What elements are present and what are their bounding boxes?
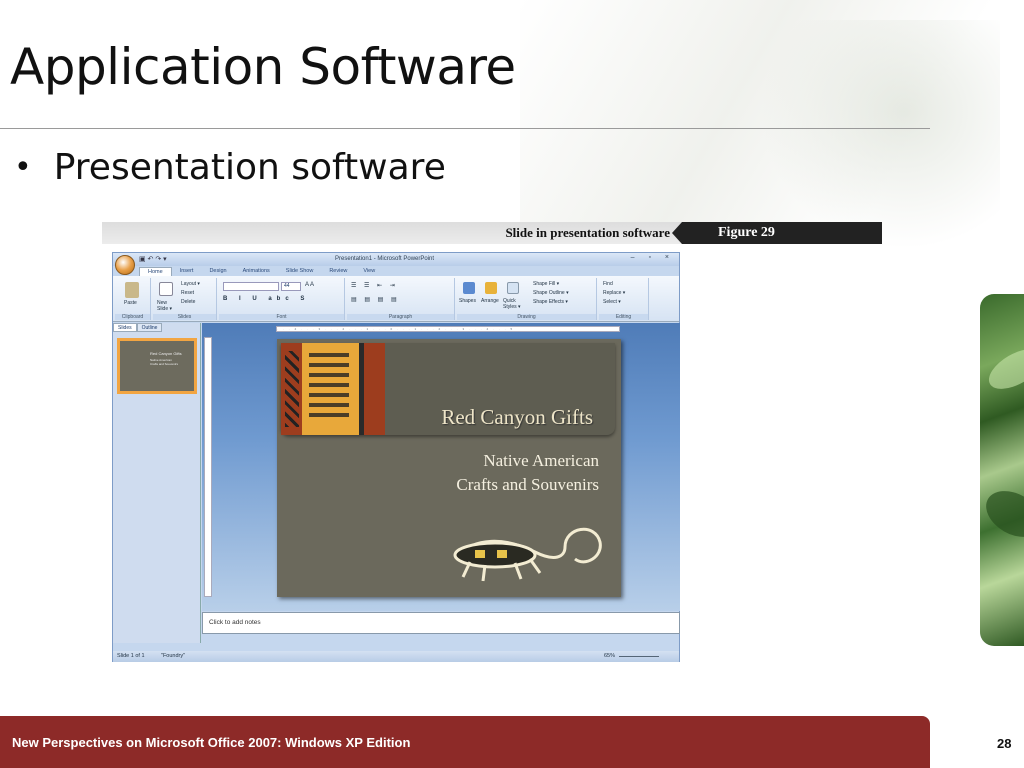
slide-counter: Slide 1 of 1 — [117, 653, 145, 659]
arrange-icon[interactable] — [485, 282, 497, 294]
font-size-field[interactable]: 44 — [281, 282, 301, 291]
clipboard-label: Clipboard — [115, 314, 150, 320]
thumbnail-preview: Red Canyon Gifts Native American Crafts … — [120, 341, 194, 391]
font-label: Font — [219, 314, 344, 320]
slide-title: Application Software — [10, 38, 516, 96]
bullet-item: • Presentation software — [14, 147, 446, 188]
replace-button[interactable]: Replace ▾ — [603, 290, 625, 296]
slides-pane: Slides Outline Red Canyon Gifts Native A… — [113, 323, 201, 643]
drawing-label: Drawing — [457, 314, 596, 320]
find-button[interactable]: Find — [603, 281, 613, 287]
slide-content-subtitle[interactable]: Native American Crafts and Souvenirs — [456, 449, 599, 497]
quick-styles-icon[interactable] — [507, 282, 519, 294]
theme-name: "Foundry" — [161, 653, 186, 659]
paste-button[interactable]: Paste — [124, 300, 137, 306]
paragraph-group: ☰ ☰ ⇤ ⇥ ▤ ▤ ▤ ▤ Paragraph — [347, 278, 455, 320]
align-buttons[interactable]: ▤ ▤ ▤ ▤ — [351, 296, 400, 303]
thumbnail-subtitle: Native American Crafts and Souvenirs — [150, 358, 178, 366]
shapes-icon[interactable] — [463, 282, 475, 294]
plant-photo — [980, 294, 1024, 646]
grow-shrink-font-buttons[interactable]: A A — [305, 282, 314, 288]
title-banner: Red Canyon Gifts — [281, 343, 615, 435]
delete-button[interactable]: Delete — [181, 299, 195, 305]
bullet-text: Presentation software — [53, 147, 446, 188]
new-slide-icon[interactable] — [159, 282, 173, 296]
quick-access-toolbar[interactable]: ▣ ↶ ↷ ▾ — [139, 255, 167, 263]
tab-outline[interactable]: Outline — [136, 323, 163, 332]
tab-animations[interactable]: Animations — [235, 267, 278, 276]
editing-label: Editing — [599, 314, 648, 320]
figure-header: Slide in presentation software Figure 29 — [102, 222, 882, 244]
quick-styles-button[interactable]: Quick Styles ▾ — [503, 298, 525, 310]
tab-insert[interactable]: Insert — [172, 267, 202, 276]
font-group: 44 A A B I U abc S Font — [219, 278, 345, 320]
shape-outline-button[interactable]: Shape Outline ▾ — [533, 290, 569, 296]
lizard-graphic — [453, 527, 602, 582]
ribbon: Paste Clipboard New Slide ▾ Layout ▾ Res… — [113, 276, 679, 322]
clipboard-group: Paste Clipboard — [115, 278, 151, 320]
footer-bar: New Perspectives on Microsoft Office 200… — [0, 716, 930, 768]
font-name-field[interactable] — [223, 282, 279, 291]
paste-icon[interactable] — [125, 282, 139, 298]
title-bar: ▣ ↶ ↷ ▾ Presentation1 - Microsoft PowerP… — [113, 253, 679, 266]
figure: Slide in presentation software Figure 29… — [102, 222, 882, 662]
office-button[interactable] — [115, 255, 135, 275]
subtitle-line2: Crafts and Souvenirs — [456, 475, 599, 494]
tab-design[interactable]: Design — [201, 267, 234, 276]
slide-workspace: · · · 4 · · · 3 · · · 2 · · · 1 · · · 0 … — [202, 323, 680, 611]
notes-pane[interactable]: Click to add notes — [202, 612, 680, 634]
zoom-slider[interactable] — [619, 656, 659, 657]
thumbnail-title: Red Canyon Gifts — [150, 351, 182, 356]
tab-home[interactable]: Home — [139, 267, 172, 276]
select-button[interactable]: Select ▾ — [603, 299, 621, 305]
new-slide-button[interactable]: New Slide ▾ — [157, 300, 179, 312]
footer-text: New Perspectives on Microsoft Office 200… — [12, 735, 411, 750]
editing-group: Find Replace ▾ Select ▾ Editing — [599, 278, 649, 320]
slide-thumbnail[interactable]: Red Canyon Gifts Native American Crafts … — [117, 338, 197, 394]
layout-button[interactable]: Layout ▾ — [181, 281, 200, 287]
status-bar: Slide 1 of 1 "Foundry" 65% — [113, 651, 679, 662]
figure-caption: Slide in presentation software — [505, 225, 670, 240]
slide-canvas[interactable]: Red Canyon Gifts Native American Crafts … — [277, 339, 621, 597]
slide-content-title[interactable]: Red Canyon Gifts — [441, 405, 593, 430]
font-style-buttons[interactable]: B I U abc S — [223, 296, 309, 302]
reset-button[interactable]: Reset — [181, 290, 194, 296]
arrange-button[interactable]: Arrange — [481, 298, 499, 304]
paragraph-label: Paragraph — [347, 314, 454, 320]
drawing-group: Shapes Arrange Quick Styles ▾ Shape Fill… — [457, 278, 597, 320]
window-title: Presentation1 - Microsoft PowerPoint — [335, 256, 435, 262]
figure-label: Figure 29 — [672, 222, 882, 244]
powerpoint-window: ▣ ↶ ↷ ▾ Presentation1 - Microsoft PowerP… — [112, 252, 680, 662]
tab-view[interactable]: View — [355, 267, 383, 276]
zoom-level[interactable]: 65% — [604, 653, 615, 659]
shapes-button[interactable]: Shapes — [459, 298, 476, 304]
background-decoration-leaf — [760, 20, 1000, 250]
list-buttons[interactable]: ☰ ☰ ⇤ ⇥ — [351, 282, 398, 289]
tab-slide-show[interactable]: Slide Show — [278, 267, 322, 276]
bullet-marker: • — [14, 150, 32, 185]
tribal-art-image — [281, 343, 385, 435]
horizontal-ruler: · · · 4 · · · 3 · · · 2 · · · 1 · · · 0 … — [276, 326, 620, 332]
shape-fill-button[interactable]: Shape Fill ▾ — [533, 281, 559, 287]
pane-tabs: Slides Outline — [113, 323, 200, 332]
subtitle-line1: Native American — [483, 451, 599, 470]
title-divider — [0, 128, 930, 129]
slides-group: New Slide ▾ Layout ▾ Reset Delete Slides — [153, 278, 217, 320]
window-controls[interactable]: – ▫ × — [631, 254, 675, 261]
ribbon-tabs: Home Insert Design Animations Slide Show… — [139, 267, 383, 276]
shape-effects-button[interactable]: Shape Effects ▾ — [533, 299, 568, 305]
slides-label: Slides — [153, 314, 216, 320]
tab-slides[interactable]: Slides — [113, 323, 137, 332]
vertical-ruler — [204, 337, 212, 597]
page-number: 28 — [997, 736, 1012, 751]
thumbnail-subtitle-line2: Crafts and Souvenirs — [150, 362, 179, 366]
tab-review[interactable]: Review — [321, 267, 355, 276]
